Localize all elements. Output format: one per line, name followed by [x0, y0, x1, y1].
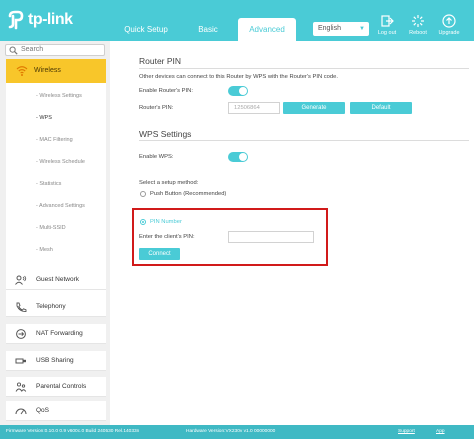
pin-number-label: PIN Number [150, 219, 182, 225]
footer: Firmware Version:0.10.0 0.9 v600c.0 Buil… [0, 425, 474, 439]
enable-router-pin-toggle[interactable] [228, 86, 248, 96]
search-placeholder: Search [21, 46, 44, 53]
brand-name: tp-link [28, 11, 73, 28]
enable-wps-toggle[interactable] [228, 152, 248, 162]
push-button-radio[interactable] [140, 191, 146, 197]
tab-basic[interactable]: Basic [182, 18, 234, 41]
tab-quick-setup[interactable]: Quick Setup [110, 18, 182, 41]
router-pin-title: Router PIN [139, 56, 182, 66]
subitem-mesh[interactable]: - Mesh [6, 241, 106, 259]
nat-forwarding-icon [16, 329, 26, 339]
tab-advanced[interactable]: Advanced [238, 18, 296, 41]
subitem-mac-filtering[interactable]: - MAC Filtering [6, 131, 106, 149]
subitem-wps[interactable]: - WPS [6, 109, 106, 127]
wps-settings-title: WPS Settings [139, 129, 192, 139]
sidebar-item-label: USB Sharing [36, 357, 74, 364]
language-select[interactable]: English ▼ [313, 22, 369, 36]
sidebar-item-wireless[interactable]: Wireless [6, 59, 106, 83]
main-tabs: Quick Setup Basic Advanced [110, 18, 296, 41]
setup-method-label: Select a setup method: [139, 180, 199, 186]
sidebar-item-label: Telephony [36, 303, 66, 310]
divider [139, 140, 469, 141]
top-header: tp-link Quick Setup Basic Advanced Engli… [0, 0, 474, 41]
reboot-button[interactable]: Reboot [403, 14, 433, 36]
subitem-statistics[interactable]: - Statistics [6, 175, 106, 193]
router-pin-description: Other devices can connect to this Router… [139, 74, 338, 80]
telephone-icon [16, 302, 27, 312]
push-button-label: Push Button (Recommended) [150, 191, 227, 197]
tp-link-logo[interactable]: tp-link [6, 9, 73, 31]
connect-button[interactable]: Connect [139, 248, 180, 260]
sidebar-item-usb-sharing[interactable]: USB Sharing [6, 351, 106, 371]
reboot-icon [412, 15, 424, 27]
chevron-down-icon: ▼ [359, 26, 365, 32]
logout-label: Log out [377, 30, 397, 36]
sidebar-item-nat-forwarding[interactable]: NAT Forwarding [6, 324, 106, 344]
reboot-label: Reboot [409, 30, 427, 36]
sidebar-item-qos[interactable]: QoS [6, 401, 106, 421]
search-icon [9, 46, 18, 55]
main-content: Router PIN Other devices can connect to … [122, 48, 474, 424]
upgrade-icon [442, 14, 456, 28]
sidebar-item-guest-network[interactable]: Guest Network [6, 270, 106, 290]
hardware-version: Hardware Version:VX230v v1.0 00000000 [186, 429, 276, 434]
wifi-icon [16, 66, 28, 76]
sidebar-item-label: NAT Forwarding [36, 330, 83, 337]
guest-network-icon [15, 275, 27, 285]
sidebar-item-label: Wireless [34, 67, 61, 74]
router-pin-label: Router's PIN: [139, 105, 174, 111]
router-pin-field: 12506864 [228, 102, 280, 114]
app-link[interactable]: App [436, 425, 445, 439]
divider [139, 68, 469, 69]
sidebar-item-label: Guest Network [36, 276, 79, 283]
subitem-wireless-settings[interactable]: - Wireless Settings [6, 87, 106, 105]
subitem-advanced-settings[interactable]: - Advanced Settings [6, 197, 106, 215]
subitem-wireless-schedule[interactable]: - Wireless Schedule [6, 153, 106, 171]
language-value: English [318, 25, 341, 32]
sidebar-item-label: QoS [36, 407, 50, 414]
default-button[interactable]: Default [350, 102, 412, 114]
parental-controls-icon [15, 382, 27, 392]
tp-link-logo-icon [8, 10, 24, 30]
logout-icon [381, 15, 394, 27]
logout-button[interactable]: Log out [372, 14, 402, 36]
generate-button[interactable]: Generate [283, 102, 345, 114]
sidebar-item-label: Parental Controls [36, 383, 87, 390]
support-link[interactable]: Support [398, 425, 415, 439]
upgrade-label: Upgrade [438, 30, 460, 36]
client-pin-label: Enter the client's PIN: [139, 234, 195, 240]
enable-router-pin-label: Enable Router's PIN: [139, 88, 193, 94]
qos-icon [15, 408, 27, 415]
upgrade-button[interactable]: Upgrade [434, 14, 464, 36]
sidebar-item-telephony[interactable]: Telephony [6, 297, 106, 317]
pin-number-radio[interactable] [140, 219, 146, 225]
usb-icon [15, 358, 26, 364]
search-input[interactable]: Search [5, 44, 105, 56]
subitem-multi-ssid[interactable]: - Multi-SSID [6, 219, 106, 237]
enable-wps-label: Enable WPS: [139, 154, 174, 160]
client-pin-input[interactable] [228, 231, 314, 243]
firmware-version: Firmware Version:0.10.0 0.9 v600c.0 Buil… [6, 429, 140, 434]
sidebar: Search Wireless - Wireless Settings - WP… [0, 41, 110, 425]
sidebar-item-parental-controls[interactable]: Parental Controls [6, 377, 106, 397]
